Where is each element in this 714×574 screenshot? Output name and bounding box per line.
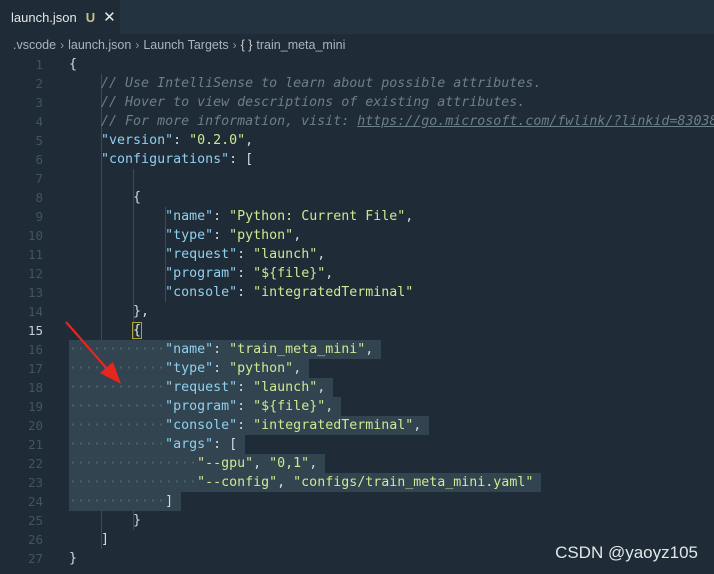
arrow-shaft: [65, 321, 109, 371]
annotation-arrow: [65, 321, 121, 384]
watermark: CSDN @yaoyz105: [555, 543, 698, 562]
